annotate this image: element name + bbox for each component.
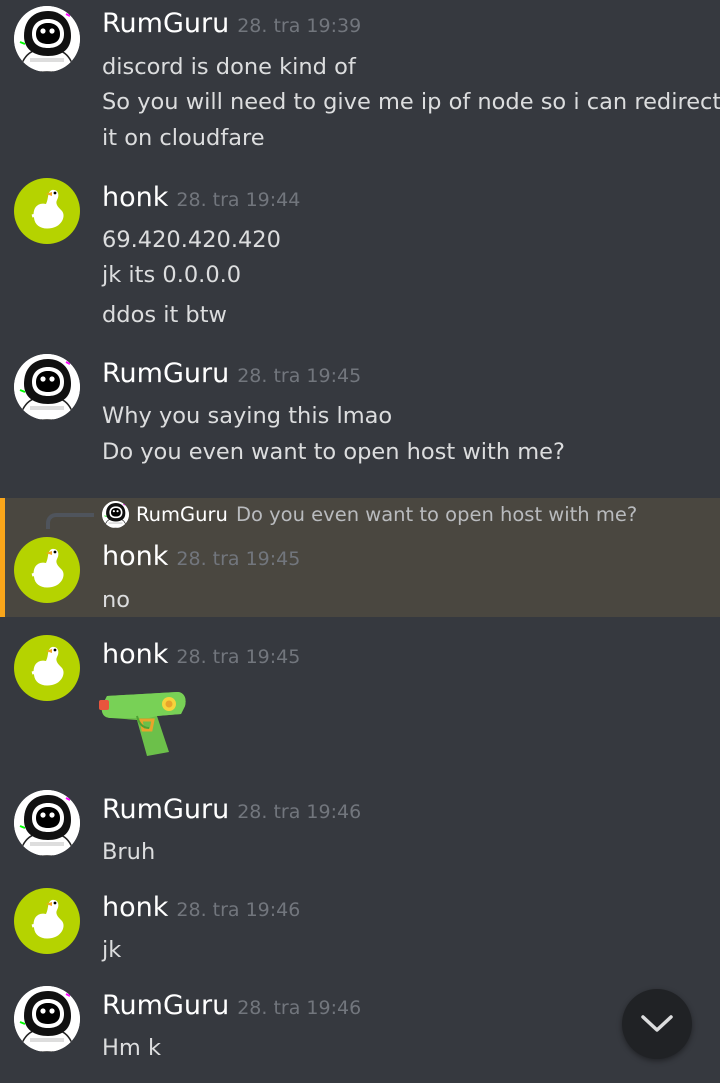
timestamp: 28. tra 19:45: [237, 365, 362, 387]
chevron-down-icon: [641, 1015, 673, 1032]
timestamp: 28. tra 19:44: [176, 189, 301, 211]
message-text: jk: [102, 937, 122, 963]
timestamp: 28. tra 19:39: [237, 15, 362, 37]
jump-to-present-button[interactable]: [622, 989, 692, 1059]
astronaut-avatar-icon[interactable]: [14, 790, 80, 856]
goose-avatar-icon[interactable]: [14, 888, 80, 954]
astronaut-avatar-icon[interactable]: [14, 6, 80, 72]
message-text: discord is done kind of: [102, 54, 356, 80]
author-name[interactable]: honk: [102, 892, 168, 923]
author-name[interactable]: honk: [102, 639, 168, 670]
author-name[interactable]: honk: [102, 182, 168, 213]
message-header: RumGuru 28. tra 19:39: [102, 8, 361, 39]
message-header: honk 28. tra 19:45: [102, 639, 300, 670]
timestamp: 28. tra 19:46: [237, 997, 362, 1019]
message-header: honk 28. tra 19:44: [102, 182, 300, 213]
message-text: So you will need to give me ip of node s…: [102, 89, 720, 115]
author-name[interactable]: RumGuru: [102, 794, 229, 825]
timestamp: 28. tra 19:46: [176, 899, 301, 921]
astronaut-avatar-icon[interactable]: [14, 986, 80, 1052]
message-text: jk its 0.0.0.0: [102, 262, 242, 288]
author-name[interactable]: RumGuru: [102, 358, 229, 389]
goose-avatar-icon[interactable]: [14, 635, 80, 701]
reply-spine: [46, 513, 94, 529]
message-header: honk 28. tra 19:46: [102, 892, 300, 923]
message-text: 69.420.420.420: [102, 227, 281, 253]
astronaut-avatar-icon[interactable]: [14, 354, 80, 420]
timestamp: 28. tra 19:45: [176, 646, 301, 668]
goose-avatar-icon[interactable]: [14, 537, 80, 603]
message-header: RumGuru 28. tra 19:45: [102, 358, 361, 389]
message-header: RumGuru 28. tra 19:46: [102, 990, 361, 1021]
message-text: ddos it btw: [102, 302, 227, 328]
water-pistol-icon[interactable]: [99, 686, 189, 758]
reply-preview-text[interactable]: Do you even want to open host with me?: [236, 503, 637, 526]
reply-avatar-icon[interactable]: [102, 501, 129, 528]
mention-bar: [0, 498, 5, 617]
author-name[interactable]: RumGuru: [102, 8, 229, 39]
timestamp: 28. tra 19:46: [237, 801, 362, 823]
reply-author[interactable]: RumGuru: [136, 503, 228, 526]
message-header: honk 28. tra 19:45: [102, 541, 300, 572]
message-text: Hm k: [102, 1035, 162, 1061]
message-text: Bruh: [102, 839, 156, 865]
author-name[interactable]: RumGuru: [102, 990, 229, 1021]
message-text: Why you saying this lmao: [102, 403, 393, 429]
message-text: it on cloudfare: [102, 125, 265, 151]
goose-avatar-icon[interactable]: [14, 178, 80, 244]
message-header: RumGuru 28. tra 19:46: [102, 794, 361, 825]
timestamp: 28. tra 19:45: [176, 548, 301, 570]
message-text: Do you even want to open host with me?: [102, 439, 565, 465]
message-text: no: [102, 587, 131, 613]
author-name[interactable]: honk: [102, 541, 168, 572]
